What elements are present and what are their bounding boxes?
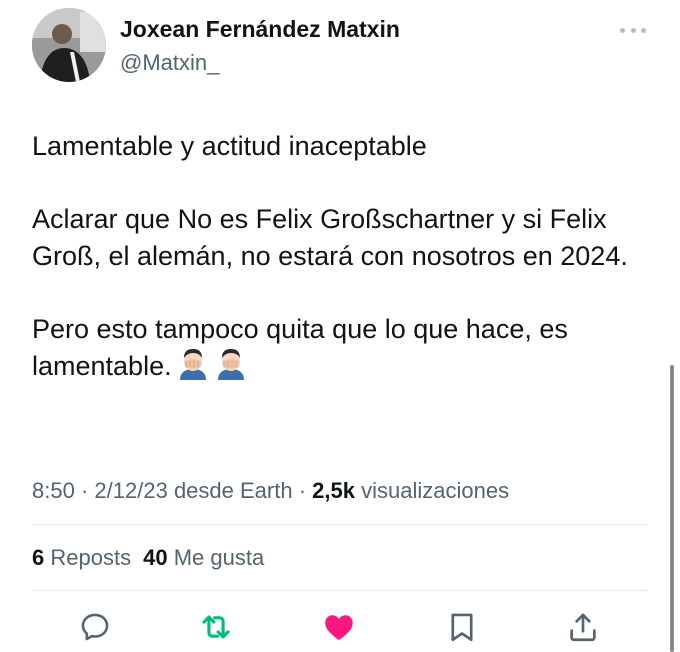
tweet-detail: Joxean Fernández Matxin @Matxin_ Lamenta…: [0, 0, 680, 652]
tweet-paragraph-text: Pero esto tampoco quita que lo que hace,…: [32, 314, 568, 381]
tweet-paragraph: Lamentable y actitud inaceptable: [32, 131, 427, 161]
reposts-count: 6: [32, 545, 45, 570]
tweet-paragraph: Aclarar que No es Felix Großschartner y …: [32, 204, 628, 271]
divider: [32, 524, 648, 525]
reply-icon[interactable]: [78, 610, 112, 644]
reposts-label: Reposts: [50, 545, 132, 570]
bookmark-icon[interactable]: [445, 610, 479, 644]
tweet-text: Lamentable y actitud inaceptable Aclarar…: [32, 128, 652, 385]
meta-separator: ·: [298, 478, 313, 503]
author-display-name[interactable]: Joxean Fernández Matxin: [120, 16, 400, 43]
avatar[interactable]: [32, 8, 106, 82]
engagement-stats: 6 Reposts 40 Me gusta: [32, 545, 264, 571]
share-icon[interactable]: [566, 610, 600, 644]
views-count: 2,5k: [312, 478, 355, 503]
likes-stat[interactable]: 40 Me gusta: [143, 545, 264, 570]
likes-count: 40: [143, 545, 168, 570]
tweet-meta: 8:50 · 2/12/23 desde Earth · 2,5k visual…: [32, 478, 509, 504]
face-palm-emoji: [214, 348, 248, 380]
repost-icon[interactable]: [199, 610, 233, 644]
reposts-stat[interactable]: 6 Reposts: [32, 545, 131, 570]
more-options-icon[interactable]: [620, 20, 646, 40]
tweet-date[interactable]: 2/12/23: [94, 478, 167, 503]
author-handle[interactable]: @Matxin_: [120, 50, 219, 76]
likes-label: Me gusta: [173, 545, 265, 570]
tweet-paragraph-last: Pero esto tampoco quita que lo que hace,…: [32, 311, 652, 385]
face-palm-emoji: [176, 348, 210, 380]
tweet-time[interactable]: 8:50: [32, 478, 75, 503]
tweet-source: desde Earth: [173, 478, 293, 503]
views-label: visualizaciones: [361, 478, 510, 503]
divider: [32, 590, 648, 591]
avatar-photo: [32, 8, 106, 82]
meta-separator: ·: [80, 478, 95, 503]
scrollbar[interactable]: [670, 365, 674, 652]
heart-icon[interactable]: [322, 610, 356, 644]
